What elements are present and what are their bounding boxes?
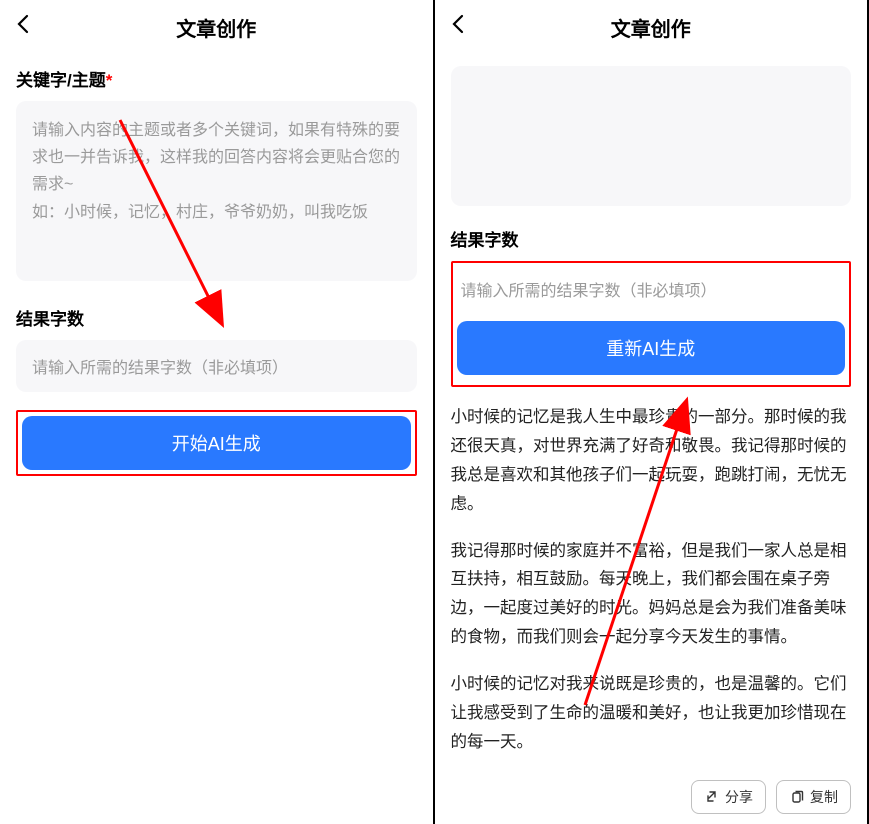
copy-icon (789, 789, 805, 805)
result-paragraph: 小时候的记忆对我来说既是珍贵的，也是温馨的。它们让我感受到了生命的温暖和美好，也… (451, 670, 852, 757)
right-content: 结果字数 请输入所需的结果字数（非必填项） 重新AI生成 小时候的记忆是我人生中… (435, 54, 868, 824)
copy-button[interactable]: 复制 (776, 780, 851, 814)
highlight-box: 请输入所需的结果字数（非必填项） 重新AI生成 (451, 261, 852, 387)
highlight-box: 开始AI生成 (16, 410, 417, 476)
share-label: 分享 (725, 787, 753, 807)
count-label: 结果字数 (16, 305, 417, 330)
count-placeholder: 请输入所需的结果字数（非必填项） (461, 277, 842, 301)
result-paragraph: 我记得那时候的家庭并不富裕，但是我们一家人总是相互扶持，相互鼓励。每天晚上，我们… (451, 537, 852, 653)
regenerate-button[interactable]: 重新AI生成 (457, 321, 846, 375)
count-label: 结果字数 (451, 226, 852, 251)
header: 文章创作 (0, 0, 433, 54)
right-pane: 文章创作 结果字数 请输入所需的结果字数（非必填项） 重新AI生成 小时候的记忆… (435, 0, 869, 824)
back-icon[interactable] (451, 14, 465, 40)
page-title: 文章创作 (16, 13, 417, 42)
generate-button[interactable]: 开始AI生成 (22, 416, 411, 470)
result-text: 小时候的记忆是我人生中最珍贵的一部分。那时候的我还很天真，对世界充满了好奇和敬畏… (451, 403, 852, 757)
result-paragraph: 小时候的记忆是我人生中最珍贵的一部分。那时候的我还很天真，对世界充满了好奇和敬畏… (451, 403, 852, 519)
left-pane: 文章创作 关键字/主题* 请输入内容的主题或者多个关键词，如果有特殊的要求也一并… (0, 0, 435, 824)
keyword-label: 关键字/主题* (16, 66, 417, 91)
page-title: 文章创作 (451, 13, 852, 42)
keyword-input-filled[interactable] (451, 66, 852, 206)
keyword-input[interactable]: 请输入内容的主题或者多个关键词，如果有特殊的要求也一并告诉我，这样我的回答内容将… (16, 101, 417, 281)
count-input[interactable]: 请输入所需的结果字数（非必填项） (457, 267, 846, 311)
header: 文章创作 (435, 0, 868, 54)
keyword-placeholder: 请输入内容的主题或者多个关键词，如果有特殊的要求也一并告诉我，这样我的回答内容将… (32, 117, 401, 226)
required-star: * (106, 71, 113, 90)
share-icon (704, 789, 720, 805)
share-button[interactable]: 分享 (691, 780, 766, 814)
left-content: 关键字/主题* 请输入内容的主题或者多个关键词，如果有特殊的要求也一并告诉我，这… (0, 54, 433, 824)
copy-label: 复制 (810, 787, 838, 807)
action-bar: 分享 复制 (691, 780, 851, 814)
count-input[interactable]: 请输入所需的结果字数（非必填项） (16, 340, 417, 392)
count-placeholder: 请输入所需的结果字数（非必填项） (32, 354, 401, 378)
back-icon[interactable] (16, 14, 30, 40)
